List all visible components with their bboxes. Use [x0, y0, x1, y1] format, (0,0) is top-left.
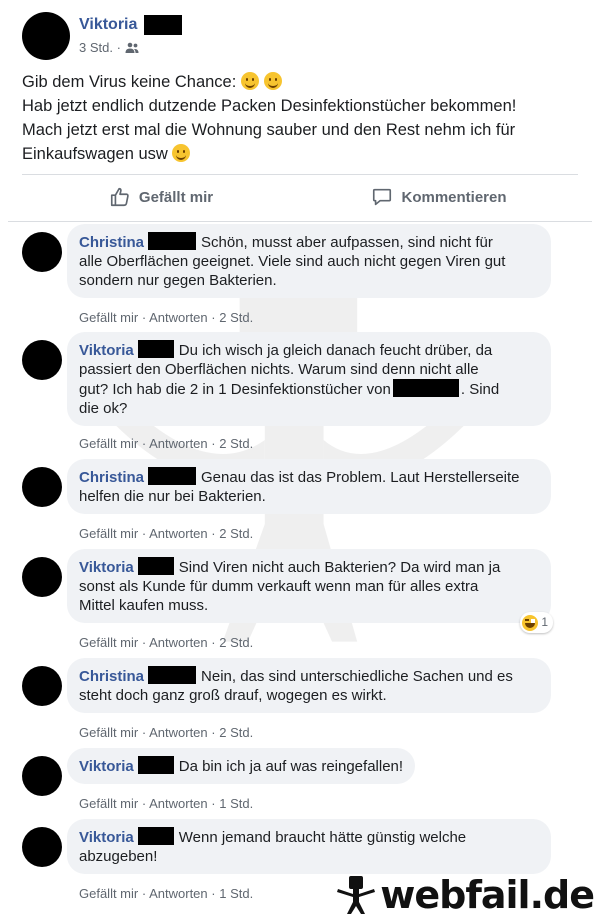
comment-actions: Gefällt mir · Antworten · 2 Std.	[79, 635, 254, 650]
mascot-icon	[337, 876, 376, 914]
post-text-line: Gib dem Virus keine Chance:	[22, 70, 578, 94]
redacted-surname	[137, 557, 174, 575]
comment-time[interactable]: · 2 Std.	[211, 725, 253, 740]
comment-actions: Gefällt mir · Antworten · 1 Std.	[79, 886, 254, 901]
smile-emoji-icon	[240, 72, 259, 90]
redacted-surname	[148, 666, 197, 684]
smile-emoji-icon	[263, 72, 282, 90]
friends-icon	[125, 42, 139, 53]
thumbs-up-icon	[110, 187, 129, 207]
avatar[interactable]	[22, 557, 62, 597]
avatar[interactable]	[22, 12, 70, 60]
comment-like-link[interactable]: Gefällt mir	[79, 436, 138, 451]
post-time[interactable]: 3 Std. ·	[79, 40, 121, 55]
avatar[interactable]	[22, 756, 62, 796]
post-meta: 3 Std. ·	[79, 40, 139, 55]
comment-bubble: Viktoria Du ich wisch ja gleich danach fe…	[67, 332, 551, 426]
comment-reply-link[interactable]: Antworten	[149, 526, 208, 541]
comment-bubble: Viktoria Sind Viren nicht auch Bakterien?…	[67, 549, 553, 633]
comment-like-link[interactable]: Gefällt mir	[79, 796, 138, 811]
reaction-count: 1	[541, 615, 548, 629]
redacted-surname	[137, 827, 174, 845]
comment-like-link[interactable]: Gefällt mir	[79, 310, 138, 325]
comment-author-name[interactable]: Christina	[79, 668, 144, 685]
comment-bubble: Christina Schön, musst aber aufpassen, si…	[67, 224, 551, 298]
comment-button[interactable]: Kommentieren	[300, 176, 578, 218]
comment-actions: Gefällt mir · Antworten · 2 Std.	[79, 310, 254, 325]
comment-bubble-icon	[373, 188, 392, 206]
redacted-brand	[392, 379, 459, 397]
avatar[interactable]	[22, 827, 62, 867]
avatar[interactable]	[22, 340, 62, 380]
post-action-bar: Gefällt mir Kommentieren	[22, 176, 578, 218]
redacted-surname	[144, 15, 182, 35]
comment-actions: Gefällt mir · Antworten · 2 Std.	[79, 436, 254, 451]
comment-like-link[interactable]: Gefällt mir	[79, 886, 138, 901]
redacted-surname	[148, 467, 197, 485]
post-text-line: Hab jetzt endlich dutzende Packen Desinf…	[22, 97, 517, 115]
post-text: Gib dem Virus keine Chance: Hab jetzt en…	[22, 70, 578, 166]
like-button[interactable]: Gefällt mir	[22, 176, 300, 218]
redacted-surname	[137, 340, 174, 358]
haha-reaction-icon	[522, 614, 539, 631]
comment-time[interactable]: · 2 Std.	[211, 526, 253, 541]
post-author-name[interactable]: Viktoria	[79, 16, 137, 34]
comment-like-link[interactable]: Gefällt mir	[79, 725, 138, 740]
comment-author-name[interactable]: Viktoria	[79, 342, 134, 359]
redacted-surname	[148, 232, 197, 250]
like-button-label: Gefällt mir	[138, 188, 214, 206]
comment-author-name[interactable]: Viktoria	[79, 758, 134, 775]
comment-bubble: Christina Nein, das sind unterschiedliche…	[67, 658, 551, 713]
comment-reply-link[interactable]: Antworten	[149, 796, 208, 811]
brand-text: webfail.de	[380, 873, 595, 917]
comment-author-name[interactable]: Viktoria	[79, 559, 134, 576]
divider	[8, 221, 592, 222]
comment-reply-link[interactable]: Antworten	[149, 725, 208, 740]
avatar[interactable]	[22, 467, 62, 507]
comment-author-name[interactable]: Christina	[79, 469, 144, 486]
redacted-surname	[137, 756, 174, 774]
webfail-logo: webfail.de	[336, 873, 595, 917]
comment-bubble: Christina Genau das ist das Problem. Laut…	[67, 459, 551, 514]
comment-like-link[interactable]: Gefällt mir	[79, 635, 138, 650]
comment-button-label: Kommentieren	[401, 188, 507, 206]
post-header: Viktoria 3 Std. ·	[22, 12, 582, 68]
smile-emoji-icon	[172, 144, 191, 162]
avatar[interactable]	[22, 666, 62, 706]
comment-actions: Gefällt mir · Antworten · 2 Std.	[79, 725, 254, 740]
comment-time[interactable]: · 2 Std.	[211, 635, 253, 650]
comment-time[interactable]: · 2 Std.	[211, 436, 253, 451]
comment-time[interactable]: · 1 Std.	[211, 886, 253, 901]
comment-actions: Gefällt mir · Antworten · 1 Std.	[79, 796, 254, 811]
comment-time[interactable]: · 1 Std.	[211, 796, 253, 811]
comment-like-link[interactable]: Gefällt mir	[79, 526, 138, 541]
comment-bubble: Viktoria Wenn jemand braucht hätte günsti…	[67, 819, 551, 874]
divider	[22, 174, 578, 175]
comment-reply-link[interactable]: Antworten	[149, 635, 208, 650]
comment-author-name[interactable]: Viktoria	[79, 829, 134, 846]
post-text-line: Einkaufswagen usw	[22, 142, 578, 166]
comment-bubble: Viktoria Da bin ich ja auf was reingefall…	[67, 748, 416, 784]
comment-reply-link[interactable]: Antworten	[149, 436, 208, 451]
comment-reply-link[interactable]: Antworten	[149, 886, 208, 901]
comment-actions: Gefällt mir · Antworten · 2 Std.	[79, 526, 254, 541]
comment-author-name[interactable]: Christina	[79, 234, 144, 251]
avatar[interactable]	[22, 232, 62, 272]
comment-reply-link[interactable]: Antworten	[149, 310, 208, 325]
reaction-badge[interactable]: 1	[520, 612, 553, 633]
post-text-line: Mach jetzt erst mal die Wohnung sauber u…	[22, 121, 516, 139]
comment-time[interactable]: · 2 Std.	[211, 310, 253, 325]
